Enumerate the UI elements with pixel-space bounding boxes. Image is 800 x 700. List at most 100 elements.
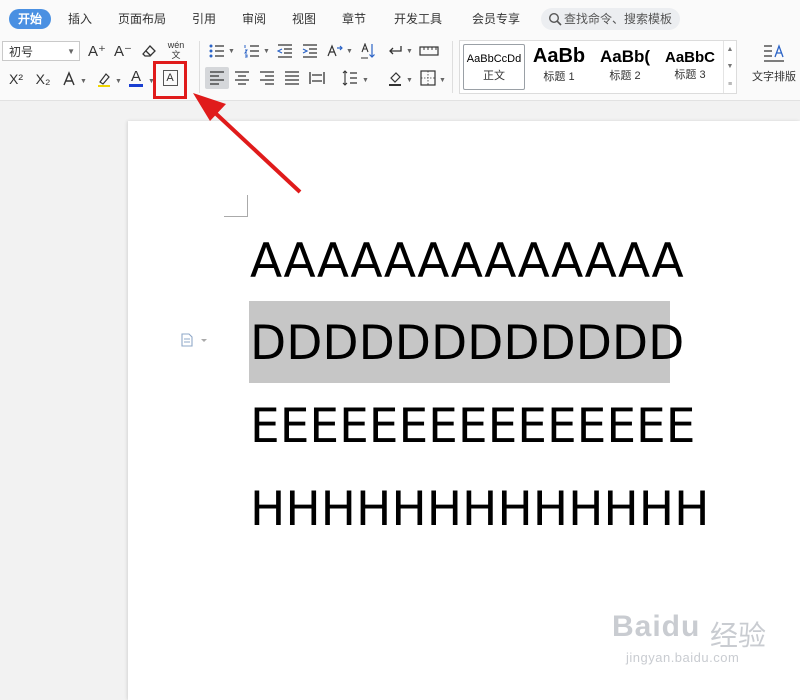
superscript-label: X² (9, 71, 23, 87)
style-sample: AaBb (532, 45, 586, 67)
align-left-button[interactable] (207, 68, 227, 88)
document-line[interactable]: EEEEEEEEEEEEEEE (250, 403, 695, 450)
font-color-label: A (130, 67, 141, 85)
chevron-down-icon[interactable]: ▼ (406, 77, 413, 84)
chevron-down-icon[interactable]: ▼ (362, 77, 369, 84)
decrease-indent-icon (277, 44, 292, 58)
divider (452, 41, 453, 93)
font-size-select[interactable]: 初号 ▼ (2, 41, 80, 61)
style-heading-2[interactable]: AaBb( 标题 2 (592, 44, 658, 90)
tab-review[interactable]: 审阅 (237, 9, 271, 29)
numbering-button[interactable] (242, 41, 262, 61)
font-color-swatch (129, 83, 143, 87)
tab-sections[interactable]: 章节 (337, 9, 371, 29)
chevron-down-icon[interactable]: ▼ (346, 48, 353, 55)
document-line[interactable]: HHHHHHHHHHHHH (250, 486, 709, 533)
sort-button[interactable] (358, 41, 378, 61)
style-normal[interactable]: AaBbCcDd 正文 (463, 44, 525, 90)
chevron-down-icon[interactable]: ▼ (439, 77, 446, 84)
table-borders-button[interactable] (418, 41, 440, 61)
style-sample: AaBbCcDd (466, 53, 522, 65)
style-name: 正文 (483, 70, 505, 82)
borders-button[interactable] (418, 68, 438, 88)
tab-developer[interactable]: 开发工具 (389, 9, 447, 29)
sort-icon (361, 43, 375, 59)
font-color-button[interactable]: A (126, 68, 146, 88)
numbering-icon (244, 45, 259, 58)
tab-page-layout[interactable]: 页面布局 (113, 9, 171, 29)
borders-icon (420, 70, 436, 86)
chevron-down-icon[interactable]: ▼ (406, 48, 413, 55)
watermark: Baidu 经验 jingyan.baidu.com (612, 610, 800, 690)
align-right-button[interactable] (257, 68, 277, 88)
style-sample: AaBb( (599, 47, 651, 66)
paragraph-layout-icon[interactable] (180, 333, 210, 352)
shading-icon (389, 72, 401, 86)
justify-icon (285, 71, 299, 85)
shrink-font-label: A⁻ (114, 43, 132, 60)
style-gallery-scroll[interactable]: ▲ ▼ ≡ (723, 41, 736, 93)
distributed-icon (309, 72, 325, 84)
chevron-down-icon[interactable]: ▼ (228, 48, 235, 55)
watermark-logo: Baidu (612, 610, 701, 643)
eraser-icon (142, 45, 156, 57)
decrease-indent-button[interactable] (275, 41, 295, 61)
align-center-button[interactable] (232, 68, 252, 88)
margin-corner-marker (247, 195, 248, 217)
align-left-icon (210, 71, 224, 85)
highlight-color-button[interactable] (94, 69, 114, 89)
grow-font-button[interactable]: A⁺ (87, 41, 107, 61)
ribbon-tab-bar: 开始 插入 页面布局 引用 审阅 视图 章节 开发工具 会员专享 查找命令、搜索… (0, 0, 800, 37)
chevron-up-icon[interactable]: ▲ (727, 46, 734, 53)
font-size-value: 初号 (9, 45, 34, 59)
phonetic-guide-button[interactable]: wén 文 (163, 40, 189, 60)
line-spacing-icon (342, 70, 357, 86)
command-search-box[interactable]: 查找命令、搜索模板 (541, 8, 680, 30)
watermark-url: jingyan.baidu.com (626, 650, 740, 665)
expand-icon[interactable]: ≡ (728, 81, 732, 88)
chevron-down-icon[interactable]: ▼ (727, 63, 734, 70)
tab-insert[interactable]: 插入 (63, 9, 97, 29)
tab-home[interactable]: 开始 (9, 9, 51, 29)
line-spacing-button[interactable] (340, 68, 360, 88)
style-gallery: AaBbCcDd 正文 AaBb 标题 1 AaBb( 标题 2 AaBbC 标… (459, 40, 737, 94)
watermark-cn: 经验 (710, 620, 767, 651)
divider (199, 41, 200, 93)
bullets-button[interactable] (207, 41, 227, 61)
superscript-button[interactable]: X² (6, 69, 26, 89)
style-name: 标题 2 (609, 70, 641, 82)
chevron-down-icon[interactable]: ▼ (115, 78, 122, 85)
bullets-icon (209, 44, 224, 58)
text-effect-button[interactable] (59, 69, 79, 89)
subscript-button[interactable]: X₂ (33, 69, 53, 89)
style-heading-3[interactable]: AaBbC 标题 3 (658, 44, 722, 90)
tab-references[interactable]: 引用 (187, 9, 221, 29)
phonetic-label: wén 文 (167, 40, 185, 60)
style-name: 标题 1 (543, 71, 575, 83)
tab-member[interactable]: 会员专享 (467, 9, 525, 29)
show-marks-icon (389, 46, 402, 55)
chevron-down-icon[interactable]: ▼ (80, 78, 87, 85)
text-layout-label: 文字排版 (752, 71, 796, 83)
text-direction-button[interactable] (325, 41, 345, 61)
text-layout-button[interactable]: 文字排版 (748, 41, 800, 93)
distributed-button[interactable] (307, 68, 327, 88)
increase-indent-button[interactable] (300, 41, 320, 61)
document-line[interactable]: AAAAAAAAAAAAA (250, 238, 684, 285)
show-marks-button[interactable] (385, 41, 405, 61)
align-right-icon (260, 71, 274, 85)
ribbon-home: 初号 ▼ A⁺ A⁻ wén 文 X² X₂ ▼ ▼ A ▼ A ▼ ▼ ▼ ▼… (0, 37, 800, 101)
justify-button[interactable] (282, 68, 302, 88)
text-direction-icon (327, 44, 343, 57)
chevron-down-icon[interactable]: ▼ (263, 48, 270, 55)
shrink-font-button[interactable]: A⁻ (113, 41, 133, 61)
clear-format-button[interactable] (139, 41, 159, 61)
tab-view[interactable]: 视图 (287, 9, 321, 29)
style-heading-1[interactable]: AaBb 标题 1 (528, 44, 590, 90)
shading-button[interactable] (385, 68, 405, 88)
document-line-selected[interactable]: DDDDDDDDDDDD (250, 320, 684, 367)
text-layout-icon (764, 44, 784, 62)
search-icon (548, 12, 562, 26)
margin-corner-marker (224, 216, 248, 217)
highlighter-icon (98, 73, 110, 87)
